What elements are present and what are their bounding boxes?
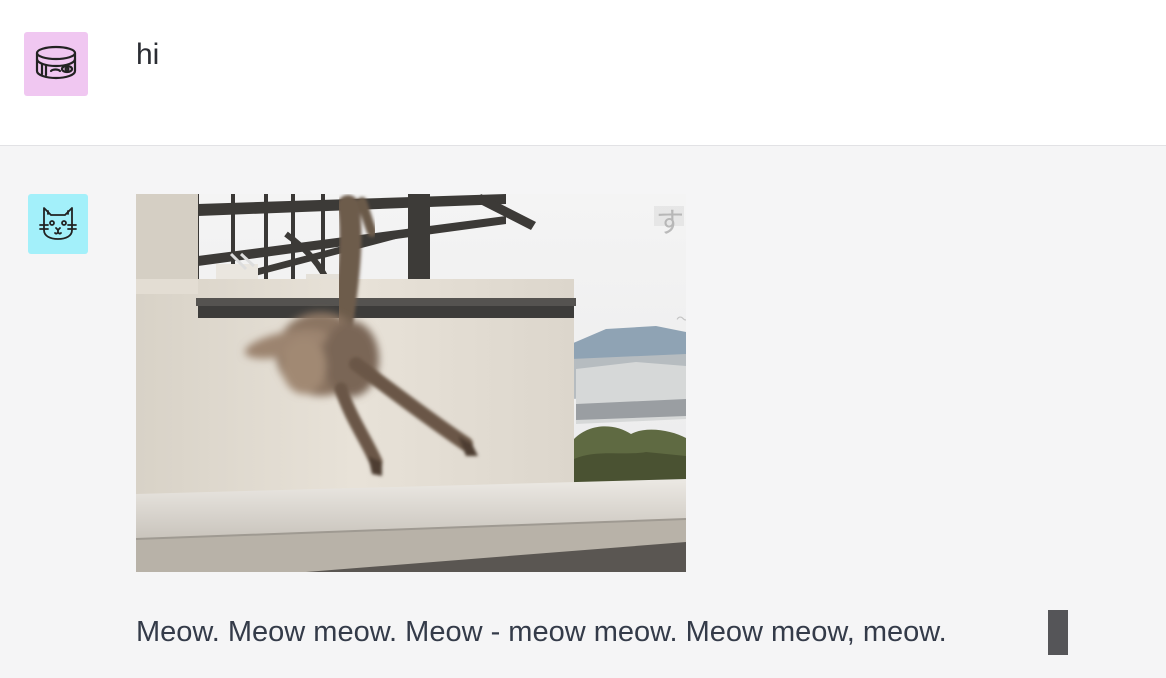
cat-face-icon <box>36 200 80 249</box>
user-avatar <box>24 32 88 96</box>
svg-text:〜: 〜 <box>676 312 686 328</box>
bot-message-text: Meow. Meow meow. Meow - meow meow. Meow … <box>136 616 947 648</box>
cat-gif-image: す 〜 <box>136 194 686 572</box>
bot-avatar <box>28 194 88 254</box>
tuna-can-icon <box>32 38 80 91</box>
svg-text:す: す <box>656 206 684 239</box>
bot-message: す 〜 Meow. Meow meow. Meow - meow meow. M… <box>0 146 1166 678</box>
typing-cursor <box>1048 610 1068 655</box>
user-message-text: hi <box>136 38 160 71</box>
user-message: hi <box>0 0 1166 146</box>
